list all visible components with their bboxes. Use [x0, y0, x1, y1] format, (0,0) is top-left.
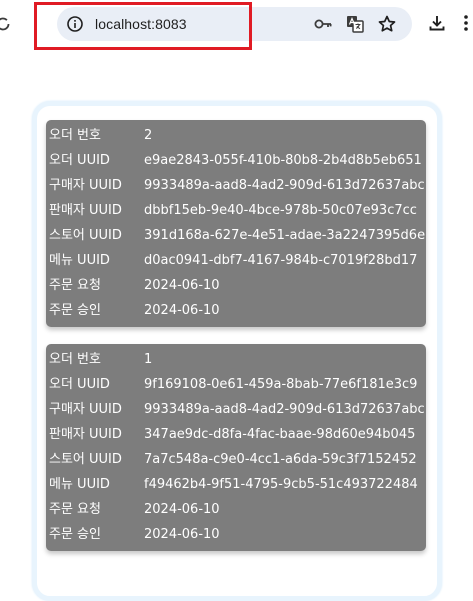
order-label: 구매자 UUID	[49, 402, 122, 417]
order-row-seller-uuid: 판매자 UUID dbbf15eb-9e40-4bce-978b-50c07e9…	[49, 198, 426, 223]
order-value: 2024-06-10	[144, 527, 220, 542]
order-row-buyer-uuid: 구매자 UUID 9933489a-aad8-4ad2-909d-613d726…	[49, 173, 426, 198]
translate-icon[interactable]	[345, 14, 365, 34]
order-card: 오더 번호 2 오더 UUID e9ae2843-055f-410b-80b8-…	[46, 120, 426, 327]
order-label: 오더 번호	[49, 128, 101, 143]
order-label: 판매자 UUID	[49, 203, 122, 218]
order-label: 메뉴 UUID	[49, 253, 110, 268]
order-value: 347ae9dc-d8fa-4fac-baae-98d60e94b045	[144, 427, 416, 442]
order-value: 2	[144, 128, 153, 143]
order-label: 스토어 UUID	[49, 228, 122, 243]
menu-icon[interactable]	[462, 13, 470, 33]
order-row-store-uuid: 스토어 UUID 391d168a-627e-4e51-adae-3a22473…	[49, 223, 426, 248]
order-label: 주문 승인	[49, 303, 101, 318]
order-row-store-uuid: 스토어 UUID 7a7c548a-c9e0-4cc1-a6da-59c3f71…	[49, 447, 426, 472]
order-value: e9ae2843-055f-410b-80b8-2b4d8b5eb651	[144, 153, 422, 168]
bookmark-star-icon[interactable]	[377, 14, 397, 34]
browser-toolbar: localhost:8083	[0, 0, 473, 48]
order-value: d0ac0941-dbf7-4167-984b-c7019f28bd17	[144, 253, 418, 268]
order-row-seller-uuid: 판매자 UUID 347ae9dc-d8fa-4fac-baae-98d60e9…	[49, 422, 426, 447]
order-row-approval-date: 주문 승인 2024-06-10	[49, 522, 426, 547]
order-row-menu-uuid: 메뉴 UUID d0ac0941-dbf7-4167-984b-c7019f28…	[49, 248, 426, 273]
order-row-number: 오더 번호 1	[49, 347, 426, 372]
order-row-order-uuid: 오더 UUID e9ae2843-055f-410b-80b8-2b4d8b5e…	[49, 148, 426, 173]
address-bar[interactable]: localhost:8083	[57, 7, 412, 41]
order-label: 오더 UUID	[49, 377, 110, 392]
order-value: dbbf15eb-9e40-4bce-978b-50c07e93c7cc	[144, 203, 417, 218]
order-row-approval-date: 주문 승인 2024-06-10	[49, 298, 426, 323]
order-label: 판매자 UUID	[49, 427, 122, 442]
order-value: 7a7c548a-c9e0-4cc1-a6da-59c3f7152452	[144, 452, 417, 467]
order-value: 9f169108-0e61-459a-8bab-77e6f181e3c9	[144, 377, 418, 392]
order-value: 2024-06-10	[144, 303, 220, 318]
order-value: 391d168a-627e-4e51-adae-3a2247395d6e	[144, 228, 426, 243]
order-row-menu-uuid: 메뉴 UUID f49462b4-9f51-4795-9cb5-51c49372…	[49, 472, 426, 497]
order-value: f49462b4-9f51-4795-9cb5-51c493722484	[144, 477, 418, 492]
password-key-icon[interactable]	[313, 14, 333, 34]
order-row-request-date: 주문 요청 2024-06-10	[49, 273, 426, 298]
download-icon[interactable]	[427, 13, 447, 33]
order-row-order-uuid: 오더 UUID 9f169108-0e61-459a-8bab-77e6f181…	[49, 372, 426, 397]
order-card: 오더 번호 1 오더 UUID 9f169108-0e61-459a-8bab-…	[46, 344, 426, 551]
order-value: 1	[144, 352, 153, 367]
order-value: 2024-06-10	[144, 278, 220, 293]
order-label: 주문 요청	[49, 502, 101, 517]
reload-icon[interactable]	[0, 12, 16, 34]
url-text[interactable]: localhost:8083	[95, 15, 187, 33]
order-row-buyer-uuid: 구매자 UUID 9933489a-aad8-4ad2-909d-613d726…	[49, 397, 426, 422]
order-label: 구매자 UUID	[49, 178, 122, 193]
order-row-request-date: 주문 요청 2024-06-10	[49, 497, 426, 522]
order-label: 메뉴 UUID	[49, 477, 110, 492]
order-label: 오더 UUID	[49, 153, 110, 168]
order-value: 2024-06-10	[144, 502, 220, 517]
order-value: 9933489a-aad8-4ad2-909d-613d72637abc	[144, 402, 425, 417]
order-row-number: 오더 번호 2	[49, 123, 426, 148]
order-value: 9933489a-aad8-4ad2-909d-613d72637abc	[144, 178, 425, 193]
site-info-icon[interactable]	[66, 15, 84, 33]
order-label: 스토어 UUID	[49, 452, 122, 467]
order-label: 주문 요청	[49, 278, 101, 293]
order-label: 오더 번호	[49, 352, 101, 367]
order-label: 주문 승인	[49, 527, 101, 542]
